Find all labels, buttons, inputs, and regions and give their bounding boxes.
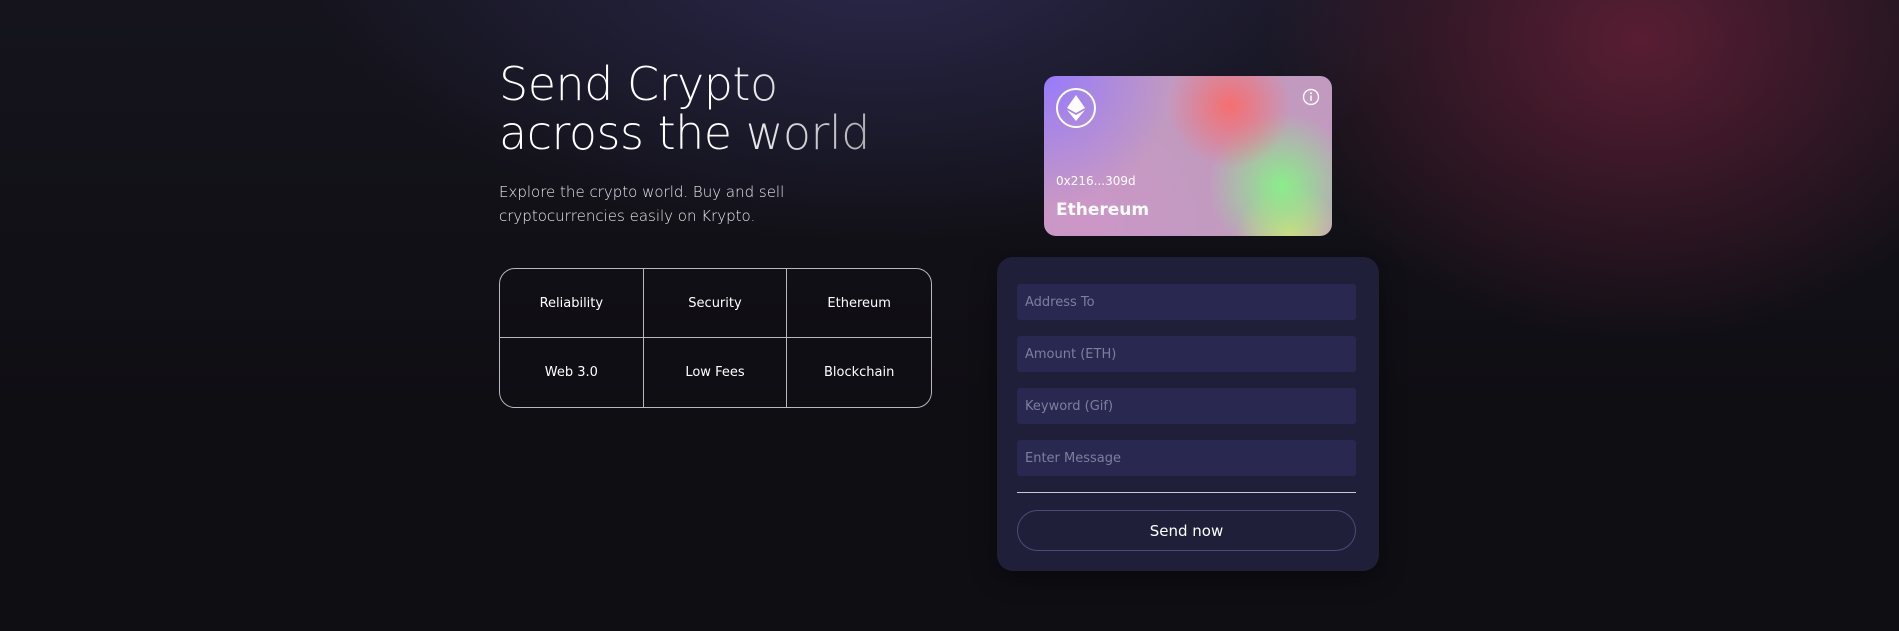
message-input[interactable]	[1017, 440, 1356, 476]
ethereum-card: 0x216...309d Ethereum	[1044, 76, 1332, 236]
feature-security: Security	[643, 269, 788, 338]
send-form: Send now	[997, 257, 1379, 571]
keyword-input[interactable]	[1017, 388, 1356, 424]
hero-headline: Send Crypto across the world	[499, 60, 939, 158]
ethereum-icon	[1056, 88, 1096, 128]
feature-ethereum: Ethereum	[787, 269, 931, 338]
feature-low-fees: Low Fees	[643, 338, 788, 407]
hero-headline-line2: across the world	[499, 106, 870, 160]
features-grid: Reliability Security Ethereum Web 3.0 Lo…	[499, 268, 932, 408]
feature-blockchain: Blockchain	[787, 338, 931, 407]
feature-web3: Web 3.0	[500, 338, 644, 407]
info-icon[interactable]	[1302, 88, 1320, 106]
amount-input[interactable]	[1017, 336, 1356, 372]
feature-reliability: Reliability	[500, 269, 644, 338]
wallet-address: 0x216...309d	[1056, 174, 1136, 188]
network-name: Ethereum	[1056, 200, 1150, 220]
hero-subtitle: Explore the crypto world. Buy and sell c…	[499, 183, 785, 225]
form-divider	[1017, 492, 1356, 493]
address-input[interactable]	[1017, 284, 1356, 320]
send-button[interactable]: Send now	[1017, 510, 1356, 551]
hero-section: Send Crypto across the world Explore the…	[499, 60, 939, 228]
hero-headline-line1: Send Crypto	[499, 57, 778, 111]
